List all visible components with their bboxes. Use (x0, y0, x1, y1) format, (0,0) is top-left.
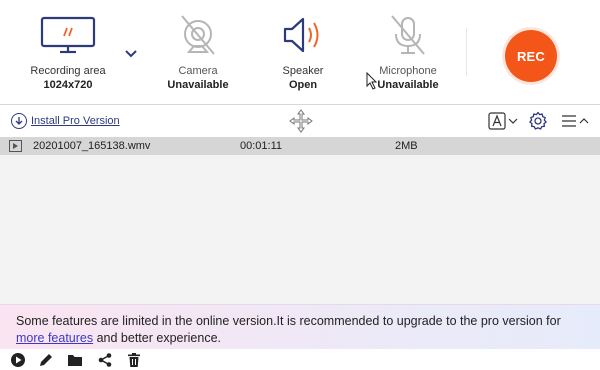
file-duration: 00:01:11 (240, 140, 283, 152)
table-row[interactable]: 20201007_165138.wmv 00:01:11 2MB (0, 137, 600, 155)
chevron-down-icon (508, 118, 518, 124)
file-name: 20201007_165138.wmv (33, 140, 151, 152)
notice-text-before: Some features are limited in the online … (16, 314, 561, 328)
recording-area-dropdown[interactable] (124, 46, 138, 58)
move-icon[interactable] (289, 109, 313, 133)
speaker-control[interactable]: Speaker Open (266, 12, 340, 92)
edit-button[interactable] (38, 352, 54, 368)
speaker-value: Open (288, 79, 318, 91)
share-button[interactable] (97, 352, 113, 368)
camera-value: Unavailable (167, 79, 229, 91)
file-size: 2MB (395, 140, 418, 152)
video-file-icon (9, 140, 22, 152)
recording-area-label: Recording area (30, 65, 106, 77)
open-folder-button[interactable] (67, 352, 83, 368)
microphone-control[interactable]: Microphone Unavailable (368, 12, 448, 92)
more-features-link[interactable]: more features (16, 331, 93, 345)
settings-button[interactable] (528, 111, 548, 131)
notice-text-after: and better experience. (93, 331, 221, 345)
folder-icon (68, 355, 82, 366)
monitor-icon (24, 12, 112, 60)
delete-button[interactable] (126, 352, 142, 368)
text-style-button[interactable] (488, 111, 518, 131)
camera-control[interactable]: Camera Unavailable (160, 12, 236, 92)
microphone-disabled-icon (368, 12, 448, 60)
microphone-value: Unavailable (377, 79, 439, 91)
download-icon (11, 113, 27, 129)
upgrade-notice: Some features are limited in the online … (0, 304, 600, 349)
menu-button[interactable] (561, 111, 591, 131)
trash-icon (128, 353, 140, 367)
recording-toolbar: Recording area 1024x720 Camera Unavailab… (0, 0, 600, 104)
speaker-label: Speaker (282, 65, 324, 77)
toolbar-divider (466, 28, 467, 76)
rec-button[interactable]: REC (505, 30, 557, 82)
secondary-toolbar: Install Pro Version (0, 105, 600, 137)
text-style-icon (488, 112, 506, 130)
microphone-label: Microphone (379, 65, 437, 77)
camera-label: Camera (178, 65, 218, 77)
gear-icon (529, 111, 547, 130)
play-icon (11, 353, 25, 367)
speaker-icon (266, 12, 340, 60)
camera-disabled-icon (160, 12, 236, 60)
share-icon (98, 353, 112, 367)
bottom-action-bar (0, 349, 600, 370)
install-pro-link[interactable]: Install Pro Version (11, 113, 120, 129)
rec-label: REC (516, 48, 546, 64)
recording-area-control[interactable]: Recording area 1024x720 (24, 12, 112, 92)
recordings-list: 20201007_165138.wmv 00:01:11 2MB (0, 137, 600, 304)
chevron-up-icon (579, 118, 589, 124)
chevron-down-icon (125, 50, 137, 58)
install-pro-label: Install Pro Version (31, 115, 120, 127)
mouse-cursor-icon (366, 71, 378, 90)
play-button[interactable] (10, 352, 26, 368)
menu-icon (562, 115, 576, 127)
recording-area-value: 1024x720 (43, 79, 93, 91)
edit-icon (40, 354, 52, 366)
